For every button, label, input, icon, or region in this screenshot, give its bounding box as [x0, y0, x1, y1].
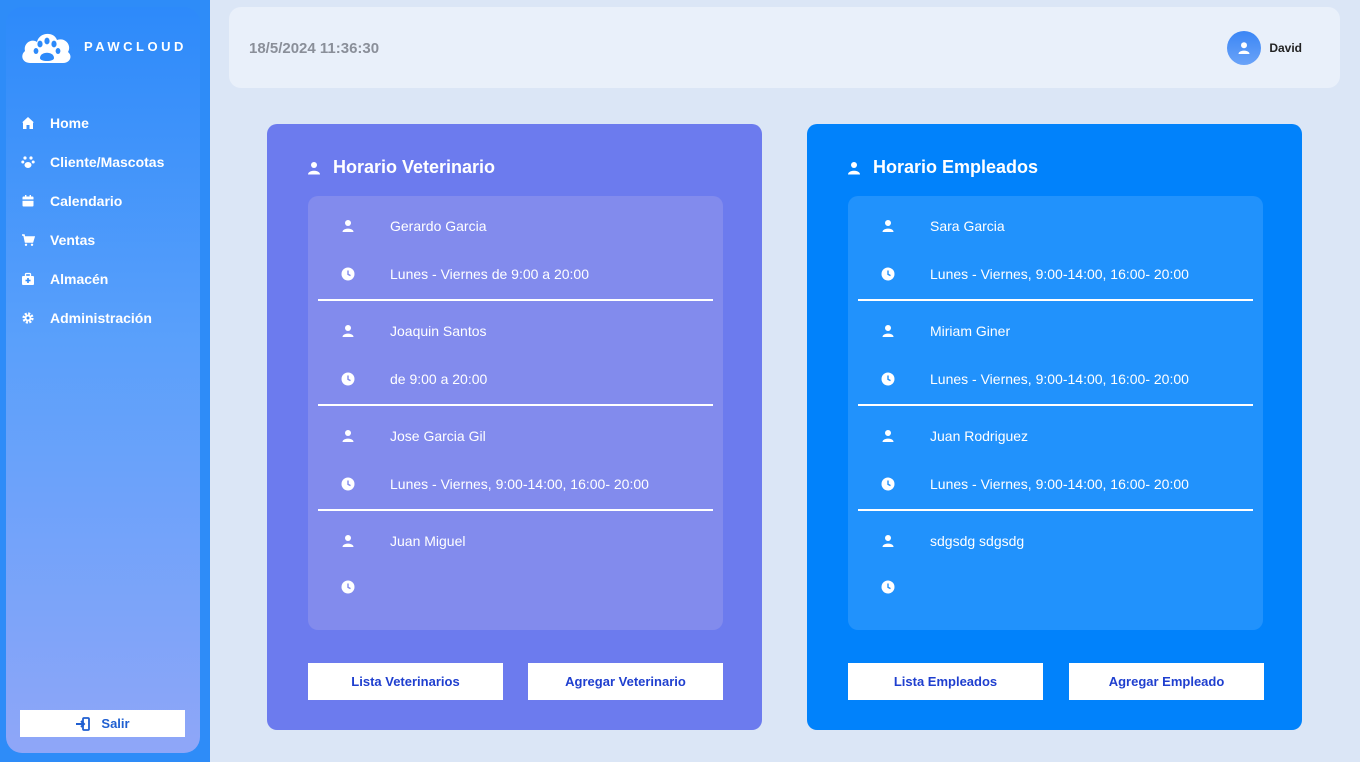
paw-icon	[20, 154, 36, 170]
list-item: sdgsdg sdgsdg	[848, 511, 1263, 616]
sidebar-item-label: Cliente/Mascotas	[50, 153, 165, 170]
employee-schedule-card: Horario Empleados Sara Garcia Lunes - Vi…	[807, 124, 1302, 730]
entry-name: Sara Garcia	[930, 218, 1005, 234]
list-vets-button[interactable]: Lista Veterinarios	[308, 663, 503, 700]
sidebar-item-ventas[interactable]: Ventas	[6, 220, 200, 259]
user-icon	[340, 323, 356, 339]
list-item: Juan Rodriguez Lunes - Viernes, 9:00-14:…	[848, 406, 1263, 511]
user-icon	[880, 323, 896, 339]
employee-schedule-list: Sara Garcia Lunes - Viernes, 9:00-14:00,…	[848, 196, 1263, 630]
user-icon	[1238, 42, 1250, 54]
sidebar-item-label: Almacén	[50, 270, 109, 287]
user-icon	[340, 218, 356, 234]
list-item: Gerardo Garcia Lunes - Viernes de 9:00 a…	[308, 196, 723, 301]
card-title-text: Horario Veterinario	[333, 157, 496, 177]
card-title: Horario Veterinario	[307, 157, 495, 178]
add-employee-button[interactable]: Agregar Empleado	[1069, 663, 1264, 700]
user-icon	[880, 218, 896, 234]
sidebar-item-calendario[interactable]: Calendario	[6, 181, 200, 220]
entry-name: Juan Rodriguez	[930, 428, 1029, 444]
medkit-icon	[20, 271, 36, 287]
card-title-text: Horario Empleados	[873, 157, 1039, 177]
user-name: David	[1269, 41, 1302, 55]
sidebar-item-label: Ventas	[50, 231, 96, 248]
logout-label: Salir	[101, 716, 130, 731]
paw-cloud-logo-icon	[20, 27, 72, 65]
sidebar-item-administracion[interactable]: Administración	[6, 298, 200, 337]
user-icon	[307, 161, 321, 175]
list-item: Sara Garcia Lunes - Viernes, 9:00-14:00,…	[848, 196, 1263, 301]
logo[interactable]: PAWCLOUD	[20, 27, 187, 65]
entry-name: Miriam Giner	[930, 323, 1011, 339]
entry-name: Jose Garcia Gil	[390, 428, 486, 444]
entry-name: Gerardo Garcia	[390, 218, 487, 234]
card-title: Horario Empleados	[847, 157, 1038, 178]
list-item: Miriam Giner Lunes - Viernes, 9:00-14:00…	[848, 301, 1263, 406]
entry-schedule: Lunes - Viernes de 9:00 a 20:00	[390, 266, 590, 282]
home-icon	[20, 115, 36, 131]
calendar-icon	[20, 193, 36, 209]
list-item: Joaquin Santos de 9:00 a 20:00	[308, 301, 723, 406]
list-item: Jose Garcia Gil Lunes - Viernes, 9:00-14…	[308, 406, 723, 511]
entry-schedule: Lunes - Viernes, 9:00-14:00, 16:00- 20:0…	[930, 371, 1189, 387]
vet-schedule-list: Gerardo Garcia Lunes - Viernes de 9:00 a…	[308, 196, 723, 630]
vet-schedule-card: Horario Veterinario Gerardo Garcia Lunes…	[267, 124, 762, 730]
clock-icon	[880, 266, 896, 282]
clock-icon	[340, 579, 356, 595]
clock-icon	[880, 476, 896, 492]
sidebar-nav: Home Cliente/Mascotas Calendario Ventas	[6, 103, 200, 337]
entry-name: sdgsdg sdgsdg	[930, 533, 1025, 549]
current-datetime: 18/5/2024 11:36:30	[249, 40, 380, 57]
top-bar: 18/5/2024 11:36:30 David	[229, 7, 1340, 88]
main-content: 18/5/2024 11:36:30 David Horario Veterin…	[210, 0, 1360, 762]
clock-icon	[340, 266, 356, 282]
clock-icon	[340, 476, 356, 492]
cart-icon	[20, 232, 36, 248]
entry-schedule: Lunes - Viernes, 9:00-14:00, 16:00- 20:0…	[930, 266, 1189, 282]
list-employees-button[interactable]: Lista Empleados	[848, 663, 1043, 700]
user-icon	[847, 161, 861, 175]
entry-schedule: de 9:00 a 20:00	[390, 371, 488, 387]
user-icon	[340, 428, 356, 444]
sidebar-item-almacen[interactable]: Almacén	[6, 259, 200, 298]
user-icon	[880, 428, 896, 444]
clock-icon	[880, 579, 896, 595]
user-menu[interactable]: David	[1227, 31, 1302, 65]
add-vet-button[interactable]: Agregar Veterinario	[528, 663, 723, 700]
gear-icon	[20, 310, 36, 326]
clock-icon	[340, 371, 356, 387]
logout-button[interactable]: Salir	[20, 710, 185, 737]
app-name: PAWCLOUD	[84, 38, 187, 54]
list-item: Juan Miguel	[308, 511, 723, 616]
sidebar-item-label: Calendario	[50, 192, 123, 209]
sidebar-item-home[interactable]: Home	[6, 103, 200, 142]
sidebar: PAWCLOUD Home Cliente/Mascotas Calendari…	[6, 7, 200, 753]
sidebar-item-label: Administración	[50, 309, 152, 326]
user-icon	[880, 533, 896, 549]
sidebar-container: PAWCLOUD Home Cliente/Mascotas Calendari…	[0, 0, 210, 762]
avatar	[1227, 31, 1262, 65]
clock-icon	[880, 371, 896, 387]
entry-schedule: Lunes - Viernes, 9:00-14:00, 16:00- 20:0…	[390, 476, 649, 492]
sidebar-item-clientes[interactable]: Cliente/Mascotas	[6, 142, 200, 181]
entry-schedule: Lunes - Viernes, 9:00-14:00, 16:00- 20:0…	[930, 476, 1189, 492]
sign-out-icon	[75, 716, 91, 731]
user-icon	[340, 533, 356, 549]
entry-name: Joaquin Santos	[390, 323, 487, 339]
sidebar-item-label: Home	[50, 114, 89, 131]
entry-name: Juan Miguel	[390, 533, 466, 549]
